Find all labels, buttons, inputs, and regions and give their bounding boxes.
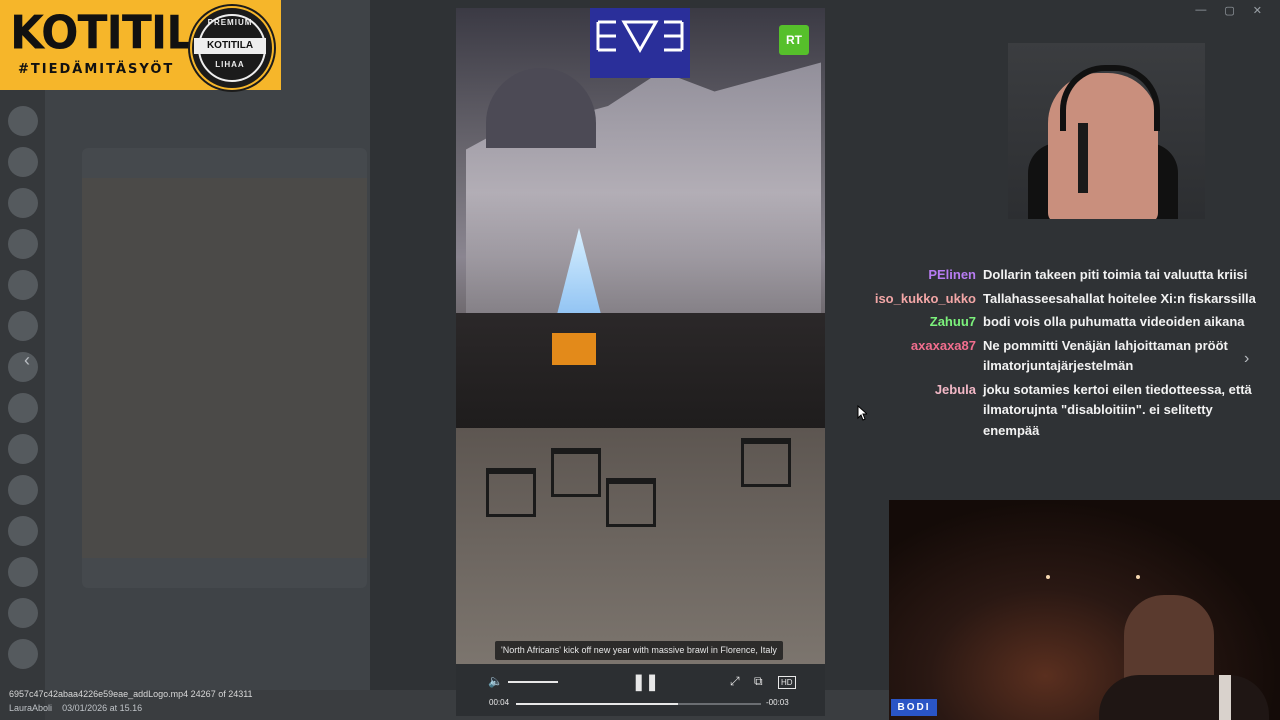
rt-logo-icon: RT — [779, 25, 809, 55]
chat-message: PElinen Dollarin takeen piti toimia tai v… — [850, 265, 1270, 286]
chair-shape — [551, 448, 601, 497]
video-caption: 'North Africans' kick off new year with … — [495, 641, 783, 660]
chat-text: joku sotamies kertoi eilen tiedotteessa,… — [983, 381, 1252, 438]
avatar[interactable] — [8, 229, 38, 259]
camera-label: BODI — [891, 699, 937, 716]
channel-logo: KOTITILA #TIEDÄMITÄSYÖT PREMIUM KOTITILA… — [0, 0, 281, 90]
hd-icon[interactable]: HD — [778, 676, 796, 689]
chat-message: axaxaxa87 Ne pommitti Venäjän lahjoittama… — [850, 336, 1270, 377]
avatar[interactable] — [8, 516, 38, 546]
chat-username: axaxaxa87 — [910, 337, 976, 353]
avatar[interactable] — [8, 475, 38, 505]
chat-text: Dollarin takeen piti toimia tai valuutta… — [983, 267, 1248, 282]
volume-icon[interactable]: 🔈 — [488, 674, 503, 688]
avatar[interactable] — [8, 434, 38, 464]
file-date: 03/01/2026 at 15.16 — [62, 703, 143, 713]
avatar[interactable] — [8, 311, 38, 341]
volume-slider[interactable] — [508, 681, 558, 683]
window-controls: — ▢ ✕ — [1195, 4, 1262, 17]
level-logo-icon — [590, 8, 690, 78]
chat-username: Zahuu7 — [929, 314, 976, 329]
mouse-cursor-icon — [857, 405, 867, 421]
avatar[interactable] — [8, 598, 38, 628]
logo-tagline: #TIEDÄMITÄSYÖT — [18, 62, 175, 77]
avatar[interactable] — [8, 106, 38, 136]
tree-box — [552, 333, 596, 365]
video-frame[interactable]: RT — [456, 8, 825, 664]
previous-media-icon[interactable]: ‹ — [24, 350, 30, 371]
webcam-bottom — [889, 500, 1280, 720]
fullscreen-icon[interactable]: ⤢ — [730, 674, 740, 689]
webcam-top — [1008, 43, 1205, 219]
pause-icon[interactable]: ❚❚ — [632, 672, 659, 692]
avatar[interactable] — [8, 639, 38, 669]
chat-username: Jebula — [934, 381, 976, 397]
crowd-scene — [456, 313, 825, 433]
avatar[interactable] — [8, 188, 38, 218]
seal-bottom-text: LIHAA — [215, 60, 245, 69]
file-meta: LauraAboli 03/01/2026 at 15.16 — [9, 703, 142, 713]
chat-overlay: PElinen Dollarin takeen piti toimia tai v… — [850, 265, 1270, 444]
chat-message: iso_kukko_ukko Tallahasseesahallat hoitel… — [850, 289, 1270, 310]
picture-in-picture-icon[interactable]: ⧉ — [754, 674, 763, 689]
dome-shape — [486, 68, 596, 148]
avatar[interactable] — [8, 147, 38, 177]
avatar[interactable] — [8, 352, 38, 382]
minimize-icon[interactable]: — — [1195, 4, 1206, 17]
avatar[interactable] — [8, 270, 38, 300]
maximize-icon[interactable]: ▢ — [1224, 4, 1234, 17]
chair-shape — [606, 478, 656, 527]
chair-shape — [741, 438, 791, 487]
chat-text: Ne pommitti Venäjän lahjoittaman prööt i… — [983, 337, 1228, 374]
sidebar — [0, 90, 45, 720]
seek-progress — [516, 703, 678, 705]
chat-username: PElinen — [928, 267, 976, 282]
chat-username: iso_kukko_ukko — [874, 290, 976, 306]
message-image[interactable] — [82, 178, 367, 558]
avatar[interactable] — [8, 393, 38, 423]
file-author[interactable]: LauraAboli — [9, 703, 52, 713]
chat-message: Zahuu7 bodi vois olla puhumatta videoiden… — [850, 312, 1270, 333]
seal-top-text: PREMIUM — [207, 18, 253, 27]
chat-text: bodi vois olla puhumatta videoiden aikan… — [983, 314, 1245, 329]
remaining-time: -00:03 — [766, 698, 789, 707]
current-time: 00:04 — [489, 698, 510, 707]
next-media-icon[interactable]: › — [1244, 350, 1249, 368]
close-icon[interactable]: ✕ — [1253, 4, 1262, 17]
seal-band-text: KOTITILA — [194, 38, 266, 54]
file-name: 6957c47c42abaa4226e59eae_addLogo.mp4 242… — [9, 689, 253, 699]
chat-text: Tallahasseesahallat hoitelee Xi:n fiskar… — [983, 290, 1256, 306]
chat-message: Jebula joku sotamies kertoi eilen tiedott… — [850, 380, 1270, 442]
seal-icon: PREMIUM KOTITILA LIHAA — [190, 6, 274, 90]
chair-shape — [486, 468, 536, 517]
avatar[interactable] — [8, 557, 38, 587]
